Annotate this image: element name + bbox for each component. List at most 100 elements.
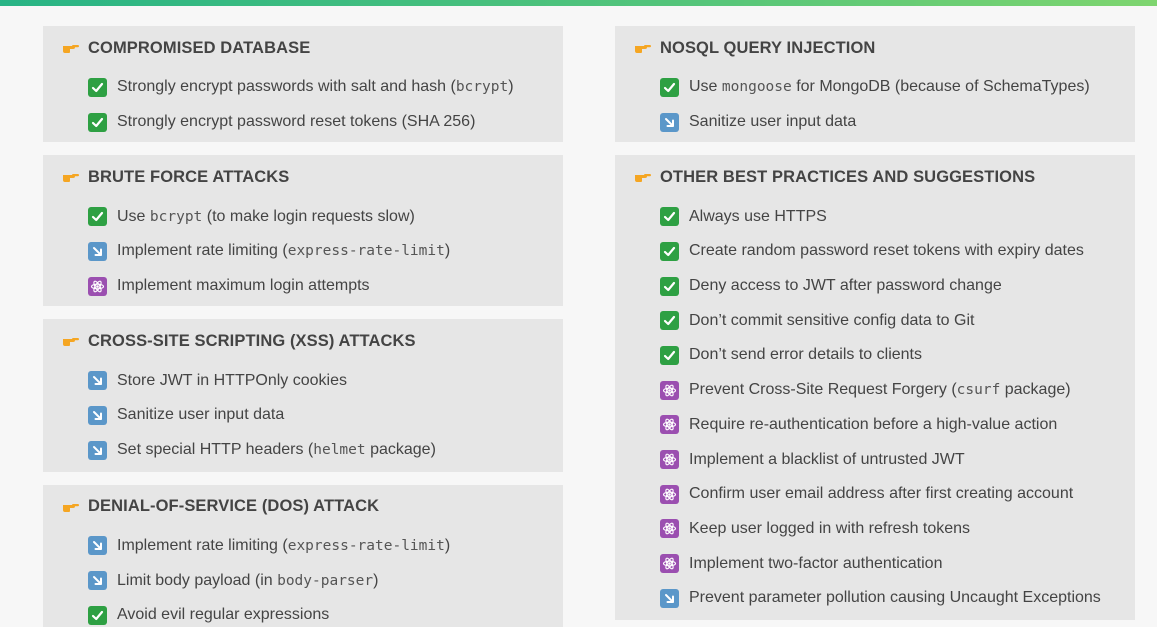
inline-code: bcrypt <box>149 208 203 225</box>
backhand-pointing-right-icon <box>62 170 80 184</box>
section-header: COMPROMISED DATABASE <box>43 26 563 70</box>
item-text-part: Avoid evil regular expressions <box>117 606 330 624</box>
list-item-text: Set special HTTP headers (helmet package… <box>117 441 436 459</box>
list-item: Limit body payload (in body-parser) <box>43 563 563 598</box>
check-mark-button-icon <box>660 241 679 261</box>
inline-code: express-rate-limit <box>287 243 445 260</box>
item-text-part: Implement a blacklist of untrusted JWT <box>689 450 965 468</box>
list-item-text: Implement maximum login attempts <box>117 277 370 295</box>
check-mark-button-icon <box>88 77 107 97</box>
check-mark-button-icon <box>660 311 679 331</box>
list-item-text: Sanitize user input data <box>689 113 856 131</box>
down-right-arrow-icon <box>88 371 107 391</box>
atom-symbol-icon <box>88 276 107 296</box>
list-item: Require re-authentication before a high-… <box>615 408 1135 443</box>
item-text-part: Store JWT in HTTPOnly cookies <box>117 371 347 389</box>
check-mark-button-icon <box>660 345 679 365</box>
left-column: COMPROMISED DATABASE Strongly encrypt pas… <box>43 26 563 627</box>
atom-symbol-icon <box>660 415 679 435</box>
item-text-part: Strongly encrypt password reset tokens (… <box>117 113 476 131</box>
item-text-part: Sanitize user input data <box>689 113 857 131</box>
list-item-text: Deny access to JWT after password change <box>689 277 1002 295</box>
item-text-part: Set special HTTP headers ( <box>117 441 314 459</box>
list-item: Sanitize user input data <box>43 398 563 433</box>
inline-code: body-parser <box>277 572 374 589</box>
list-item: Create random password reset tokens with… <box>615 234 1135 269</box>
check-mark-button-icon <box>660 77 679 97</box>
list-item-text: Create random password reset tokens with… <box>689 242 1084 260</box>
list-item-text: Use bcrypt (to make login requests slow) <box>117 208 415 226</box>
section-header: DENIAL-OF-SERVICE (DOS) ATTACK <box>43 485 563 529</box>
item-text-part: Implement rate limiting ( <box>117 536 288 554</box>
list-item-text: Store JWT in HTTPOnly cookies <box>117 372 347 390</box>
list-item: Always use HTTPS <box>615 199 1135 234</box>
item-text-part: Create random password reset tokens with… <box>689 242 1084 260</box>
item-text-part: Don’t send error details to clients <box>689 346 922 364</box>
item-text-part: Sanitize user input data <box>117 406 285 424</box>
item-text-part: Prevent Cross-Site Request Forgery ( <box>689 381 957 399</box>
item-text-part: (to make login requests slow) <box>202 207 415 225</box>
atom-symbol-icon <box>660 450 679 470</box>
list-item-text: Confirm user email address after first c… <box>689 485 1073 503</box>
item-text-part: Use <box>117 207 150 225</box>
item-text-part: Always use HTTPS <box>689 207 827 225</box>
section-header: OTHER BEST PRACTICES AND SUGGESTIONS <box>615 155 1135 199</box>
check-mark-button-icon <box>88 207 107 227</box>
atom-symbol-icon <box>660 380 679 400</box>
item-text-part: ) <box>373 571 379 589</box>
list-item-text: Use mongoose for MongoDB (because of Sch… <box>689 78 1090 96</box>
atom-symbol-icon <box>660 484 679 504</box>
top-accent-bar <box>0 0 1157 6</box>
list-item-text: Implement rate limiting (express-rate-li… <box>117 242 450 260</box>
down-right-arrow-icon <box>660 112 679 132</box>
section-header: NOSQL QUERY INJECTION <box>615 26 1135 70</box>
list-item: Sanitize user input data <box>615 105 1135 140</box>
list-item-text: Don’t send error details to clients <box>689 346 922 364</box>
list-item: Don’t send error details to clients <box>615 338 1135 373</box>
list-item-text: Sanitize user input data <box>117 406 284 424</box>
section-header: BRUTE FORCE ATTACKS <box>43 155 563 199</box>
item-text-part: Use <box>689 78 722 96</box>
list-item: Implement two-factor authentication <box>615 546 1135 581</box>
list-item-text: Strongly encrypt password reset tokens (… <box>117 113 475 131</box>
list-item-text: Prevent parameter pollution causing Unca… <box>689 589 1101 607</box>
section-box: CROSS-SITE SCRIPTING (XSS) ATTACKS Store … <box>43 319 563 472</box>
atom-symbol-icon <box>660 519 679 539</box>
section-title: DENIAL-OF-SERVICE (DOS) ATTACK <box>88 497 380 515</box>
check-mark-button-icon <box>660 207 679 227</box>
list-item: Strongly encrypt password reset tokens (… <box>43 105 563 140</box>
down-right-arrow-icon <box>88 241 107 261</box>
item-text-part: package) <box>365 441 436 459</box>
down-right-arrow-icon <box>88 536 107 556</box>
list-item: Use bcrypt (to make login requests slow) <box>43 199 563 234</box>
backhand-pointing-right-icon <box>62 334 80 348</box>
list-item-text: Implement rate limiting (express-rate-li… <box>117 537 450 555</box>
item-text-part: Limit body payload (in <box>117 571 278 589</box>
list-item-text: Prevent Cross-Site Request Forgery (csur… <box>689 381 1071 399</box>
inline-code: csurf <box>956 382 1001 399</box>
item-text-part: Strongly encrypt passwords with salt and… <box>117 78 456 96</box>
item-text-part: Require re-authentication before a high-… <box>689 415 1058 433</box>
check-mark-button-icon <box>660 276 679 296</box>
item-text-part: Implement rate limiting ( <box>117 242 288 260</box>
list-item-text: Require re-authentication before a high-… <box>689 416 1057 434</box>
item-text-part: Prevent parameter pollution causing Unca… <box>689 589 1101 607</box>
section-title: OTHER BEST PRACTICES AND SUGGESTIONS <box>660 167 1036 186</box>
list-item: Confirm user email address after first c… <box>615 477 1135 512</box>
item-text-part: Implement maximum login attempts <box>117 277 370 295</box>
list-item: Strongly encrypt passwords with salt and… <box>43 70 563 105</box>
section-title: BRUTE FORCE ATTACKS <box>88 167 290 186</box>
down-right-arrow-icon <box>88 440 107 460</box>
section-title: COMPROMISED DATABASE <box>88 38 311 57</box>
section-box: OTHER BEST PRACTICES AND SUGGESTIONS Alwa… <box>615 155 1135 620</box>
list-item: Deny access to JWT after password change <box>615 269 1135 304</box>
item-text-part: ) <box>444 536 451 554</box>
backhand-pointing-right-icon <box>634 170 652 184</box>
list-item: Prevent Cross-Site Request Forgery (csur… <box>615 373 1135 408</box>
item-text-part: ) <box>508 78 514 96</box>
list-item-text: Implement a blacklist of untrusted JWT <box>689 451 965 469</box>
list-item: Keep user logged in with refresh tokens <box>615 512 1135 547</box>
section-box: NOSQL QUERY INJECTION Use mongoose for Mo… <box>615 26 1135 143</box>
check-mark-button-icon <box>88 605 107 625</box>
item-text-part: ) <box>444 242 451 260</box>
